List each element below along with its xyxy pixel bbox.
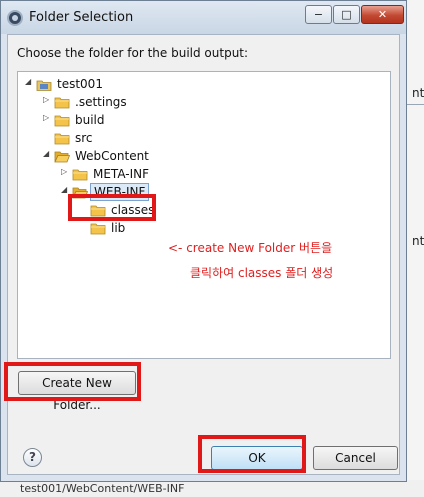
folder-icon (72, 168, 88, 181)
background-text: nt (412, 86, 424, 100)
tree-item-lib[interactable]: lib (79, 220, 179, 236)
tree-item-webcontent[interactable]: ◢ WebContent (43, 148, 183, 164)
background-text: nt (412, 234, 424, 248)
collapsed-arrow-icon[interactable]: ▷ (43, 113, 53, 122)
annotation-line-2: 클릭하여 classes 폴더 생성 (190, 266, 334, 280)
collapsed-arrow-icon[interactable]: ▷ (61, 167, 71, 176)
tree-item-build[interactable]: ▷ build (43, 112, 163, 128)
background-status-bar: test001/WebContent/WEB-INF (0, 480, 424, 497)
dialog-body: Choose the folder for the build output: … (7, 34, 400, 475)
tree-item-src[interactable]: src (43, 130, 163, 146)
background-status-text: test001/WebContent/WEB-INF (20, 482, 185, 495)
highlight-classes (68, 194, 156, 221)
tree-item-label: build (75, 113, 105, 127)
folder-icon (54, 114, 70, 127)
tree-item-label: WebContent (75, 149, 149, 163)
dialog-titlebar[interactable]: Folder Selection − □ ✕ (1, 1, 406, 34)
folder-selection-dialog: Folder Selection − □ ✕ Choose the folder… (0, 0, 407, 482)
tree-item-test001[interactable]: ◢ test001 (25, 76, 145, 92)
collapsed-arrow-icon[interactable]: ▷ (43, 95, 53, 104)
eclipse-app-icon (7, 10, 23, 26)
expanded-arrow-icon[interactable]: ◢ (25, 77, 35, 86)
tree-item-label: src (75, 131, 93, 145)
dialog-title: Folder Selection (29, 10, 134, 25)
expanded-arrow-icon[interactable]: ◢ (61, 185, 71, 194)
help-icon[interactable]: ? (23, 448, 42, 467)
folder-icon (90, 222, 106, 235)
background-editor-strip: nt nt (405, 0, 424, 497)
tree-item-label: META-INF (93, 167, 150, 181)
tree-item-label: .settings (75, 95, 127, 109)
project-icon (36, 78, 52, 91)
folder-icon (54, 132, 70, 145)
tree-item-label: lib (111, 221, 126, 235)
tree-item-label: test001 (57, 77, 103, 91)
maximize-button[interactable]: □ (333, 5, 360, 24)
folder-icon (54, 96, 70, 109)
prompt-label: Choose the folder for the build output: (17, 46, 249, 60)
highlight-ok (198, 435, 306, 473)
annotation-line-1: <- create New Folder 버튼을 (168, 241, 333, 255)
highlight-create-new-folder (4, 362, 141, 401)
cancel-button[interactable]: Cancel (313, 446, 398, 470)
expanded-arrow-icon[interactable]: ◢ (43, 149, 53, 158)
tree-item-meta-inf[interactable]: ▷ META-INF (61, 166, 181, 182)
folder-open-icon (54, 150, 70, 163)
tree-item-settings[interactable]: ▷ .settings (43, 94, 163, 110)
minimize-button[interactable]: − (305, 5, 332, 24)
close-button[interactable]: ✕ (361, 5, 404, 24)
background-divider (406, 104, 424, 105)
